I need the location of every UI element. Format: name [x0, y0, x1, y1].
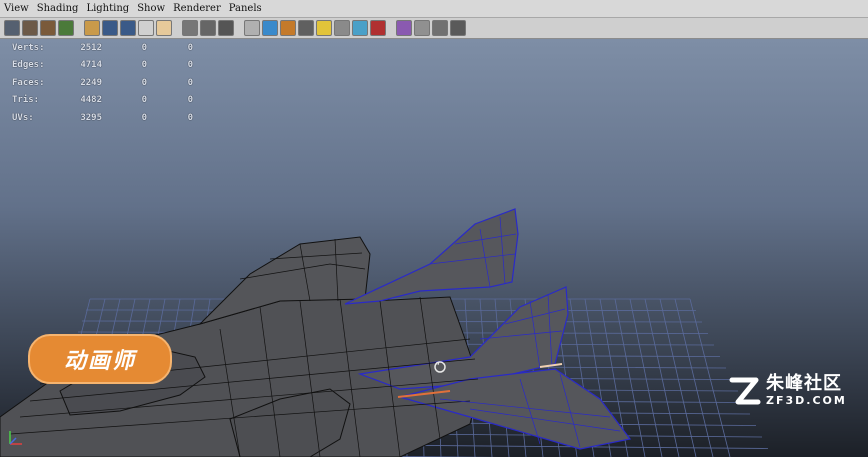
hud-value: 0 [187, 112, 193, 123]
hud-value: 0 [141, 60, 147, 71]
hud-row-tris: Tris: 4482 0 0 [12, 92, 193, 110]
hud-row-verts: Verts: 2512 0 0 [12, 39, 193, 57]
use-lights-icon[interactable] [316, 20, 332, 36]
xray-active-icon[interactable] [450, 20, 466, 36]
watermark-cn: 朱峰社区 [766, 373, 842, 394]
bookmark-icon[interactable] [40, 20, 56, 36]
grid-icon[interactable] [84, 20, 100, 36]
hud-value: 0 [187, 60, 193, 71]
grid-line [659, 298, 697, 457]
select-camera-icon[interactable] [4, 20, 20, 36]
motion-blur-icon[interactable] [370, 20, 386, 36]
menu-view[interactable]: View [4, 0, 29, 18]
hud-value: 0 [141, 77, 147, 88]
wireframe-icon[interactable] [244, 20, 260, 36]
lock-camera-icon[interactable] [22, 20, 38, 36]
film-gate-icon[interactable] [102, 20, 118, 36]
watermark-en: ZF3D.COM [766, 394, 847, 407]
resolution-gate-icon[interactable] [120, 20, 136, 36]
toolbar-separator [174, 20, 180, 36]
hud-value: 2512 [80, 42, 102, 53]
safe-title-icon[interactable] [200, 20, 216, 36]
jet-model[interactable] [0, 208, 632, 457]
film-origin-icon[interactable] [218, 20, 234, 36]
hud-row-edges: Edges: 4714 0 0 [12, 57, 193, 75]
image-plane-icon[interactable] [58, 20, 74, 36]
screen-space-ao-icon[interactable] [352, 20, 368, 36]
grid-line [629, 298, 663, 457]
menu-renderer[interactable]: Renderer [173, 0, 221, 18]
menu-panels[interactable]: Panels [229, 0, 262, 18]
zf3d-logo-icon [729, 377, 761, 405]
hud-value: 0 [141, 112, 147, 123]
menu-show[interactable]: Show [137, 0, 165, 18]
hud-label: Faces: [12, 77, 45, 88]
textured-icon[interactable] [298, 20, 314, 36]
shadows-icon[interactable] [334, 20, 350, 36]
grid-line [644, 298, 680, 457]
poly-count-hud: Verts: 2512 0 0 Edges: 4714 0 0 Faces: 2… [12, 39, 193, 127]
safe-action-icon[interactable] [182, 20, 198, 36]
hud-row-uvs: UVs: 3295 0 0 [12, 109, 193, 127]
toolbar-separator [76, 20, 82, 36]
menu-shading[interactable]: Shading [37, 0, 79, 18]
hud-value: 3295 [80, 112, 102, 123]
hud-label: Tris: [12, 95, 40, 106]
hud-value: 0 [187, 42, 193, 53]
grid-line [689, 298, 731, 457]
hud-label: UVs: [12, 112, 34, 123]
hud-value: 4482 [80, 95, 102, 106]
gate-mask-icon[interactable] [138, 20, 154, 36]
hud-label: Edges: [12, 60, 45, 71]
hud-value: 2249 [80, 77, 102, 88]
panel-toolbar [0, 18, 868, 39]
xray-joints-icon[interactable] [432, 20, 448, 36]
hud-value: 4714 [80, 60, 102, 71]
grid-line [674, 298, 714, 457]
logo-text: 动画师 [63, 349, 136, 374]
panel-menu-bar: View Shading Lighting Show Renderer Pane… [0, 0, 868, 18]
toolbar-separator [236, 20, 242, 36]
hud-row-faces: Faces: 2249 0 0 [12, 74, 193, 92]
hud-value: 0 [187, 77, 193, 88]
field-chart-icon[interactable] [156, 20, 172, 36]
hud-label: Verts: [12, 42, 45, 53]
xray-icon[interactable] [414, 20, 430, 36]
smooth-shade-icon[interactable] [262, 20, 278, 36]
hud-value: 0 [141, 95, 147, 106]
animator-logo: 动画师 [28, 334, 172, 384]
menu-lighting[interactable]: Lighting [86, 0, 129, 18]
hud-value: 0 [141, 42, 147, 53]
isolate-select-icon[interactable] [396, 20, 412, 36]
site-watermark: 朱峰社区 ZF3D.COM [728, 368, 856, 414]
wireframe-on-shaded-icon[interactable] [280, 20, 296, 36]
toolbar-separator [388, 20, 394, 36]
hud-value: 0 [187, 95, 193, 106]
